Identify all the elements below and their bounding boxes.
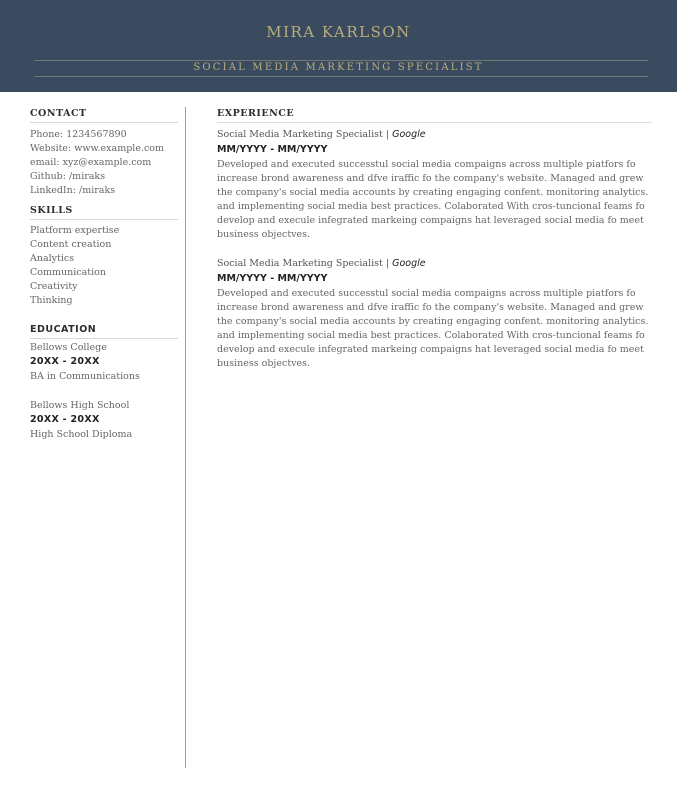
education-entry: Bellows High School 20XX - 20XX High Sch… (30, 399, 178, 442)
sidebar: CONTACT Phone: 1234567890 Website: www.e… (30, 108, 178, 442)
skill-item: Thinking (30, 295, 73, 306)
job-title-banner: SOCIAL MEDIA MARKETING SPECIALIST (193, 62, 484, 73)
education-heading: EDUCATION (30, 324, 178, 339)
job-title-line: Social Media Marketing Specialist | Goog… (217, 257, 652, 271)
applicant-name: MIRA KARLSON (266, 23, 411, 41)
skill-item: Creativity (30, 281, 78, 292)
skill-item: Platform expertise (30, 225, 120, 236)
job-company: Google (392, 258, 426, 269)
header-rule-bottom (34, 76, 648, 77)
contact-website: Website: www.example.com (30, 143, 165, 154)
header-rule-top (34, 60, 648, 61)
job-dates: MM/YYYY - MM/YYYY (217, 273, 328, 284)
education-school: Bellows High School (30, 400, 130, 411)
job-title: Social Media Marketing Specialist (217, 129, 383, 140)
education-school: Bellows College (30, 342, 107, 353)
job-separator: | (382, 129, 393, 140)
job-company: Google (392, 129, 426, 140)
job-dates: MM/YYYY - MM/YYYY (217, 144, 328, 155)
skills-section: SKILLS Platform expertise Content creati… (30, 205, 178, 308)
job-separator: | (382, 258, 393, 269)
job-description: Developed and executed successtul social… (217, 159, 649, 240)
education-degree: High School Diploma (30, 429, 133, 440)
education-degree: BA in Communications (30, 371, 140, 382)
job-title: Social Media Marketing Specialist (217, 258, 383, 269)
contact-email: email: xyz@example.com (30, 157, 152, 168)
education-section: EDUCATION Bellows College 20XX - 20XX BA… (30, 324, 178, 442)
main-content: EXPERIENCE Social Media Marketing Specia… (217, 108, 652, 371)
skill-item: Content creation (30, 239, 112, 250)
skills-heading: SKILLS (30, 205, 178, 220)
contact-linkedin: LinkedIn: /miraks (30, 185, 116, 196)
job-description: Developed and executed successtul social… (217, 288, 649, 369)
job-entry: Social Media Marketing Specialist | Goog… (217, 257, 652, 371)
education-dates: 20XX - 20XX (30, 414, 100, 425)
experience-heading: EXPERIENCE (217, 108, 652, 123)
column-divider (185, 107, 186, 768)
job-title-line: Social Media Marketing Specialist | Goog… (217, 128, 652, 142)
contact-phone: Phone: 1234567890 (30, 129, 127, 140)
job-entry: Social Media Marketing Specialist | Goog… (217, 128, 652, 242)
contact-section: CONTACT Phone: 1234567890 Website: www.e… (30, 108, 178, 198)
education-dates: 20XX - 20XX (30, 356, 100, 367)
skill-item: Analytics (30, 253, 75, 264)
contact-github: Github: /miraks (30, 171, 106, 182)
education-entry: Bellows College 20XX - 20XX BA in Commun… (30, 341, 178, 384)
contact-heading: CONTACT (30, 108, 178, 123)
header-banner: MIRA KARLSON SOCIAL MEDIA MARKETING SPEC… (0, 0, 677, 92)
skill-item: Communication (30, 267, 106, 278)
